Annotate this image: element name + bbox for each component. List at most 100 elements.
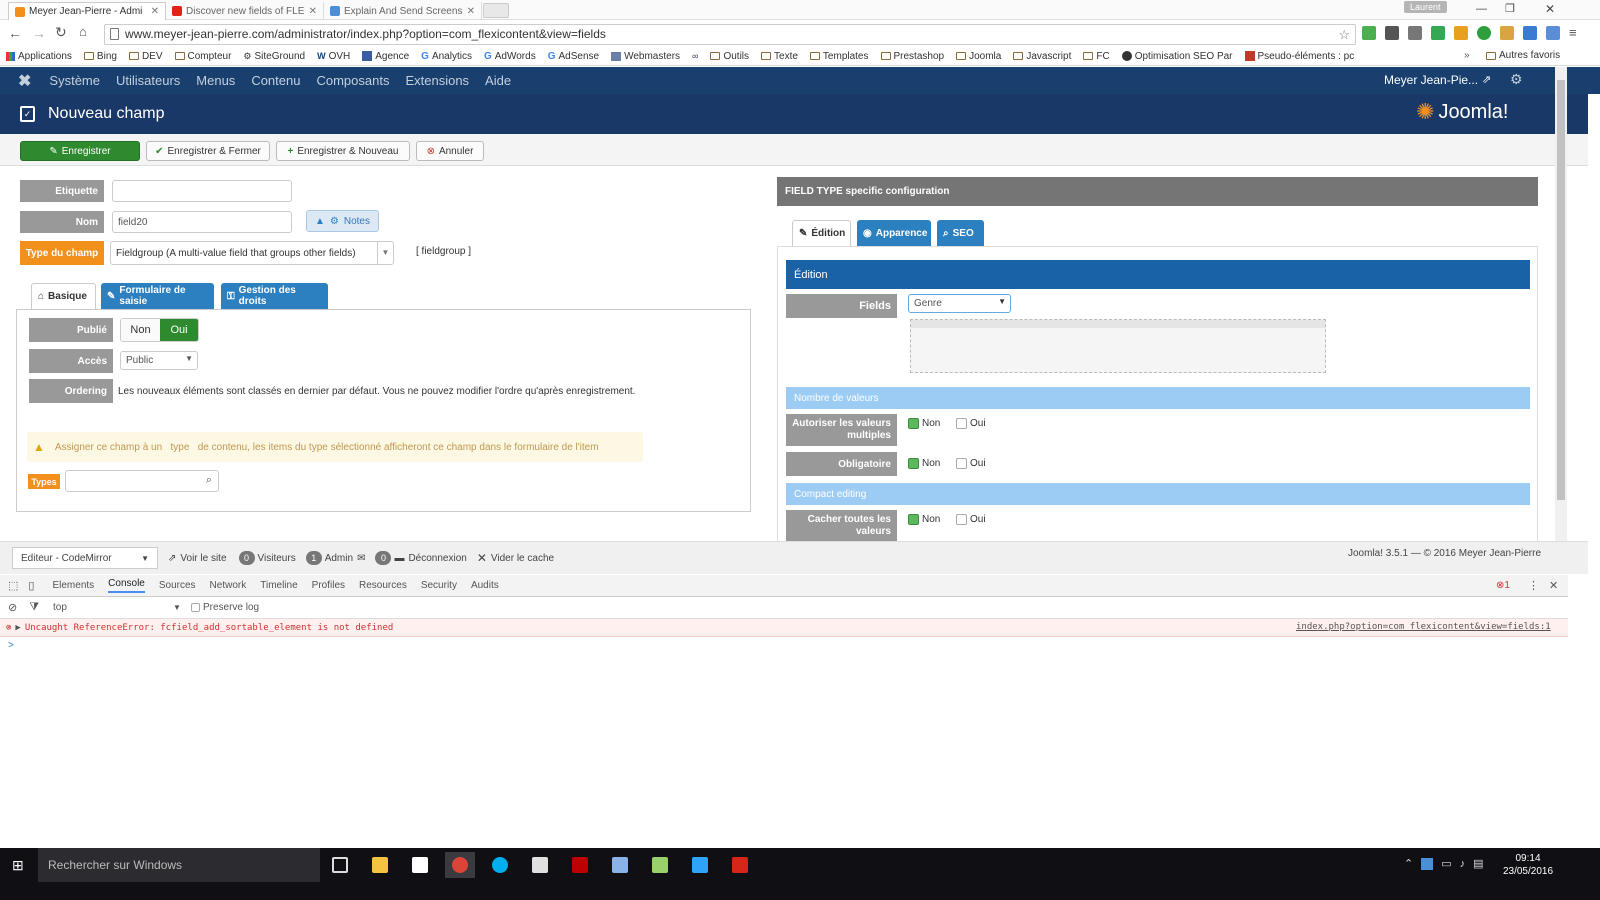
devtools-close-icon[interactable]: ✕ [1549,579,1558,592]
more-bookmarks-icon[interactable]: » [1464,50,1470,61]
bookmark-link[interactable]: G Analytics [421,51,472,62]
external-link-icon[interactable]: ⇗ [1482,73,1491,86]
chrome-icon[interactable] [445,852,475,878]
tab-gestion-droits[interactable]: ⚿ Gestion des droits [221,283,328,309]
notes-button[interactable]: ▲ ⚙ Notes [306,210,379,232]
multiple-no-option[interactable]: Non [908,418,940,429]
store-icon[interactable] [405,852,435,878]
acrobat-icon[interactable] [725,852,755,878]
error-counter[interactable]: ⊗1 [1496,580,1510,591]
more-vert-icon[interactable]: ⋮ [1528,579,1539,592]
gear-icon[interactable]: ⚙ [1510,71,1523,88]
tab-basique[interactable]: ⌂ Basique [31,283,96,309]
joomla-logo-icon[interactable]: ✖ [18,71,31,91]
cancel-button[interactable]: ⊗ Annuler [416,141,484,161]
name-input[interactable]: field20 [112,211,292,233]
home-icon[interactable]: ⌂ [79,24,87,39]
extension-icon[interactable] [1546,26,1560,40]
bookmark-link[interactable]: Pseudo-éléments : pc [1244,51,1354,62]
star-icon[interactable]: ☆ [1338,25,1350,44]
extension-icon[interactable] [1500,26,1514,40]
browser-tab-1[interactable]: Meyer Jean-Pierre - Admi ✕ [8,2,166,20]
bookmark-link[interactable]: W OVH [317,51,350,62]
fields-sortable-area[interactable] [910,319,1326,373]
notification-icon[interactable]: ▤ [1473,857,1483,870]
close-icon[interactable]: ✕ [151,6,159,17]
tray-app-icon[interactable] [1421,857,1434,870]
browser-tab-3[interactable]: Explain And Send Screens ✕ [324,2,482,20]
bookmark-link[interactable]: Agence [362,51,409,62]
error-source-link[interactable]: index.php?option=com_flexicontent&view=f… [1296,622,1551,632]
save-new-button[interactable]: + Enregistrer & Nouveau [276,141,410,161]
skype-icon[interactable] [485,852,515,878]
expand-triangle-icon[interactable]: ▶ [15,623,20,633]
minimize-icon[interactable]: — [1476,3,1487,15]
hide-all-yes-option[interactable]: Oui [956,514,986,525]
hide-all-no-option[interactable]: Non [908,514,940,525]
logout-link[interactable]: Déconnexion [408,553,466,564]
photoshop-icon[interactable] [685,852,715,878]
devtools-tab-network[interactable]: Network [210,580,247,591]
bookmark-folder[interactable]: Compteur [174,51,231,62]
context-select[interactable]: top [53,602,173,613]
windows-start-icon[interactable]: ⊞ [12,857,24,874]
clock[interactable]: 09:14 23/05/2016 [1502,852,1554,878]
multiple-yes-option[interactable]: Oui [956,418,986,429]
bookmark-link[interactable]: Optimisation SEO Par [1121,51,1233,62]
forward-icon[interactable]: → [32,25,46,41]
bookmark-link[interactable]: G AdWords [484,51,536,62]
bookmark-link[interactable]: G AdSense [548,51,599,62]
clear-console-icon[interactable]: ⊘ [8,601,17,614]
menu-utilisateurs[interactable]: Utilisateurs [116,73,180,88]
url-input[interactable]: www.meyer-jean-pierre.com/administrator/… [104,24,1356,45]
label-input[interactable] [112,180,292,202]
required-yes-option[interactable]: Oui [956,458,986,469]
extension-icon[interactable] [1385,26,1399,40]
bookmark-folder[interactable]: Bing [83,51,117,62]
profile-badge[interactable]: Laurent [1404,1,1447,13]
tab-edition[interactable]: ✎ Édition [792,220,851,246]
task-view-icon[interactable] [325,852,355,878]
devtools-tab-security[interactable]: Security [421,580,457,591]
close-icon[interactable]: ✕ [467,6,475,17]
new-tab-button[interactable] [483,3,509,18]
save-button[interactable]: ✎ Enregistrer [20,141,140,161]
file-explorer-icon[interactable] [365,852,395,878]
console-prompt[interactable]: > [8,640,14,651]
device-icon[interactable]: ▯ [28,579,34,592]
tray-chevron-icon[interactable]: ⌃ [1404,857,1413,870]
devtools-tab-sources[interactable]: Sources [159,580,196,591]
browser-tab-2[interactable]: Discover new fields of FLE ✕ [166,2,324,20]
extension-icon[interactable] [1362,26,1376,40]
menu-systeme[interactable]: Système [49,73,100,88]
menu-composants[interactable]: Composants [316,73,389,88]
editor-select[interactable]: Editeur - CodeMirror ▼ [12,547,158,569]
bookmark-link[interactable]: ⚙ SiteGround [243,51,305,62]
menu-extensions[interactable]: Extensions [405,73,469,88]
tab-apparence[interactable]: ◉ Apparence [857,220,931,246]
notepad-icon[interactable] [645,852,675,878]
bookmark-folder[interactable]: Joomla [956,51,1001,62]
devtools-tab-resources[interactable]: Resources [359,580,407,591]
notepad-plus-plus-icon[interactable] [605,852,635,878]
menu-contenu[interactable]: Contenu [251,73,300,88]
extension-icon[interactable] [1523,26,1537,40]
bookmark-folder[interactable]: Javascript [1013,51,1071,62]
windows-search-input[interactable]: Rechercher sur Windows [38,848,320,882]
devtools-tab-timeline[interactable]: Timeline [260,580,297,591]
field-type-select[interactable]: Fieldgroup (A multi-value field that gro… [110,241,394,265]
restore-icon[interactable]: ❐ [1505,2,1515,15]
extension-icon[interactable] [1477,26,1491,40]
menu-icon[interactable]: ≡ [1569,26,1577,40]
published-yes-button[interactable]: Oui [160,319,198,341]
filezilla-icon[interactable] [565,852,595,878]
user-menu[interactable]: Meyer Jean-Pie... [1384,73,1478,87]
bookmark-link[interactable]: ∞ [692,51,698,61]
back-icon[interactable]: ← [8,25,22,41]
network-icon[interactable]: ▭ [1441,857,1451,870]
bookmark-folder[interactable]: FC [1083,51,1110,62]
view-site-link[interactable]: Voir le site [180,553,226,564]
bookmark-link[interactable]: Webmasters [611,51,680,62]
tab-seo[interactable]: ⌕ SEO [937,220,984,246]
menu-aide[interactable]: Aide [485,73,511,88]
